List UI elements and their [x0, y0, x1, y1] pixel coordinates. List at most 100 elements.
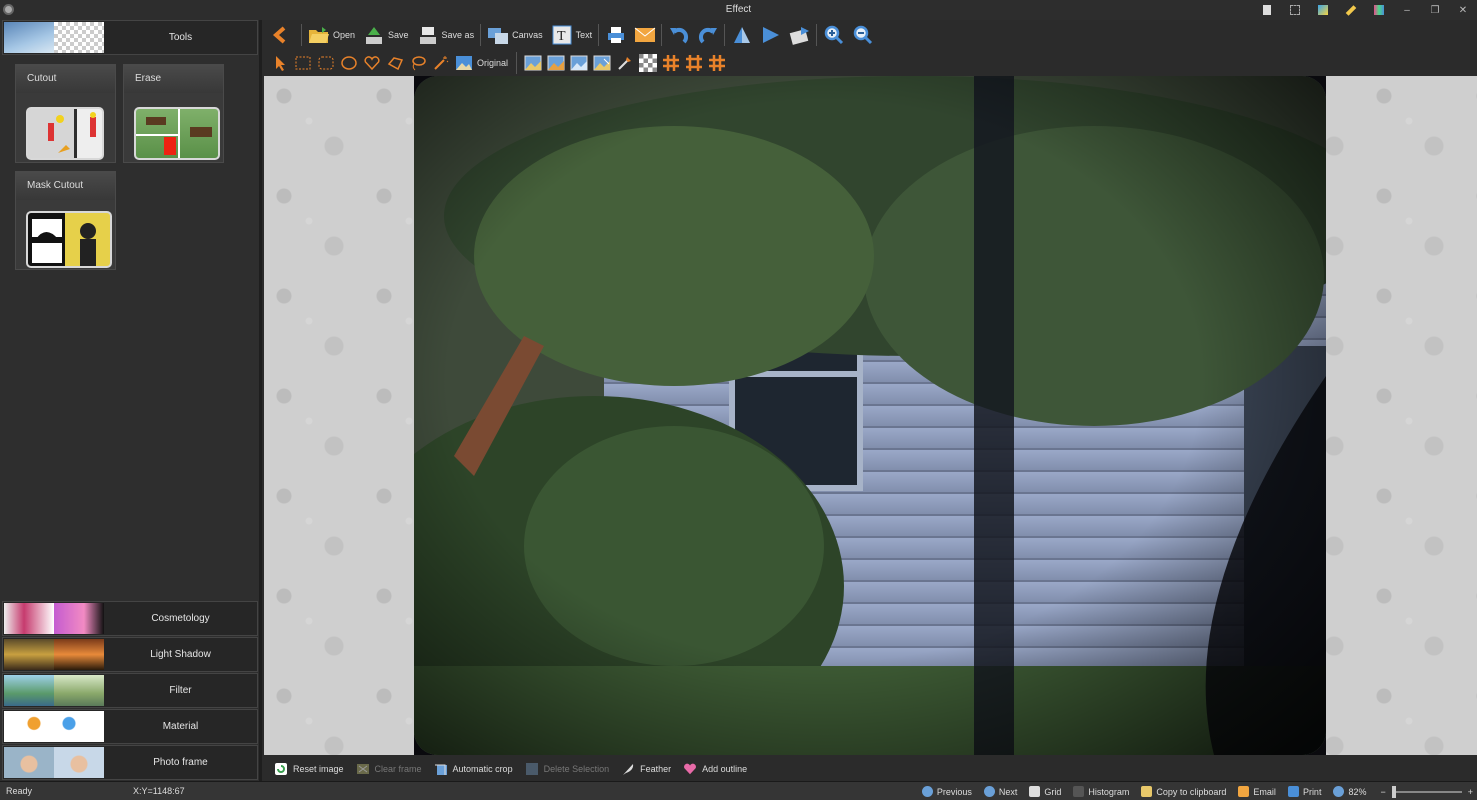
- fullscreen-icon[interactable]: [1281, 0, 1309, 20]
- edit-action-bar: Reset image Clear frame Automatic crop D…: [264, 757, 1477, 781]
- restore-icon[interactable]: ❐: [1421, 0, 1449, 20]
- delete-selection-button[interactable]: Delete Selection: [525, 762, 609, 776]
- zoom-in-small-button[interactable]: +: [1468, 787, 1473, 797]
- previous-button[interactable]: Previous: [921, 786, 972, 797]
- selection-toolbar: Original: [270, 52, 730, 74]
- new-doc-icon[interactable]: [1253, 0, 1281, 20]
- email-button[interactable]: [634, 24, 659, 46]
- minimize-icon[interactable]: –: [1393, 0, 1421, 20]
- save-as-button[interactable]: Save as: [417, 24, 474, 46]
- erase-card[interactable]: Erase: [123, 64, 224, 163]
- canvas-area[interactable]: [264, 76, 1477, 755]
- theme-icon[interactable]: [1309, 0, 1337, 20]
- save-label: Save: [388, 30, 409, 40]
- original-icon[interactable]: [454, 54, 473, 73]
- save-button[interactable]: Save: [363, 24, 409, 46]
- envelope-icon: [634, 24, 656, 46]
- auto-crop-icon: [434, 762, 448, 776]
- flip-vertical-button[interactable]: [731, 24, 756, 46]
- image-adjust-3-icon[interactable]: [569, 54, 588, 73]
- heart-outline-icon: [683, 762, 697, 776]
- grid-2-icon[interactable]: [684, 54, 703, 73]
- light-shadow-category[interactable]: Light Shadow: [2, 637, 258, 672]
- transparency-icon[interactable]: [638, 54, 657, 73]
- back-button[interactable]: [270, 24, 295, 46]
- ellipse-select-icon[interactable]: [339, 54, 358, 73]
- cursor-coordinates: X:Y=1148:67: [133, 786, 185, 796]
- add-outline-button[interactable]: Add outline: [683, 762, 747, 776]
- automatic-crop-button[interactable]: Automatic crop: [434, 762, 513, 776]
- text-button[interactable]: T Text: [551, 24, 592, 46]
- tools-category[interactable]: Tools: [2, 20, 258, 55]
- image-adjust-4-icon[interactable]: [592, 54, 611, 73]
- heart-select-icon[interactable]: [362, 54, 381, 73]
- lasso-select-icon[interactable]: [408, 54, 427, 73]
- print-button[interactable]: [605, 24, 630, 46]
- rect-select-icon[interactable]: [293, 54, 312, 73]
- close-icon[interactable]: ✕: [1449, 0, 1477, 20]
- add-outline-label: Add outline: [702, 764, 748, 774]
- save-as-icon: [417, 24, 439, 46]
- email-icon: [1238, 786, 1250, 797]
- title-bar: Effect – ❐ ✕: [0, 0, 1477, 20]
- grid-icon: [1029, 786, 1041, 797]
- histogram-button[interactable]: Histogram: [1073, 786, 1129, 797]
- material-thumbnail: [4, 711, 104, 742]
- material-category[interactable]: Material: [2, 709, 258, 744]
- next-button[interactable]: Next: [983, 786, 1017, 797]
- polygon-select-icon[interactable]: [385, 54, 404, 73]
- photo-preview[interactable]: [414, 76, 1326, 755]
- toolbar-separator: [816, 24, 818, 46]
- grid-1-icon[interactable]: [661, 54, 680, 73]
- zoom-out-button[interactable]: [852, 24, 877, 46]
- brush-icon[interactable]: [1337, 0, 1365, 20]
- house-photo-graphic: [414, 76, 1326, 755]
- palette-icon[interactable]: [1365, 0, 1393, 20]
- back-arrow-icon: [270, 24, 292, 46]
- cutout-card[interactable]: Cutout: [15, 64, 116, 163]
- mask-cutout-card[interactable]: Mask Cutout: [15, 171, 116, 270]
- zoom-out-icon: [852, 24, 874, 46]
- light-shadow-label: Light Shadow: [150, 649, 211, 660]
- print-status-button[interactable]: Print: [1287, 786, 1321, 797]
- brush-tool-icon[interactable]: [615, 54, 634, 73]
- magic-wand-icon[interactable]: [431, 54, 450, 73]
- email-status-button[interactable]: Email: [1238, 786, 1276, 797]
- erase-label: Erase: [124, 65, 223, 93]
- copy-clipboard-button[interactable]: Copy to clipboard: [1141, 786, 1226, 797]
- cosmetology-category[interactable]: Cosmetology: [2, 601, 258, 636]
- flip-horizontal-button[interactable]: [760, 24, 785, 46]
- delete-selection-icon: [525, 762, 539, 776]
- image-adjust-2-icon[interactable]: [546, 54, 565, 73]
- feather-button[interactable]: Feather: [621, 762, 671, 776]
- zoom-in-icon: [823, 24, 845, 46]
- original-label[interactable]: Original: [477, 58, 508, 68]
- clear-frame-icon: [356, 762, 370, 776]
- zoom-out-small-button[interactable]: −: [1380, 787, 1385, 797]
- zoom-slider-thumb[interactable]: [1391, 785, 1396, 798]
- open-button[interactable]: Open: [308, 24, 355, 46]
- mask-cutout-label: Mask Cutout: [16, 172, 115, 200]
- tools-thumbnail: [4, 22, 104, 53]
- clear-frame-button[interactable]: Clear frame: [356, 762, 422, 776]
- reset-image-label: Reset image: [293, 764, 344, 774]
- filter-category[interactable]: Filter: [2, 673, 258, 708]
- grid-button[interactable]: Grid: [1029, 786, 1061, 797]
- grid-label: Grid: [1044, 786, 1062, 797]
- canvas-button[interactable]: Canvas: [487, 24, 543, 46]
- photo-frame-category[interactable]: Photo frame: [2, 745, 258, 780]
- undo-button[interactable]: [668, 24, 693, 46]
- rotate-button[interactable]: [789, 24, 814, 46]
- grid-3-icon[interactable]: [707, 54, 726, 73]
- reset-image-button[interactable]: Reset image: [274, 762, 344, 776]
- image-adjust-1-icon[interactable]: [523, 54, 542, 73]
- rounded-select-icon[interactable]: [316, 54, 335, 73]
- zoom-slider[interactable]: [1391, 785, 1462, 798]
- pointer-icon[interactable]: [270, 54, 289, 73]
- reset-icon: [274, 762, 288, 776]
- flip-horizontal-icon: [760, 24, 782, 46]
- zoom-level: 82%: [1348, 786, 1367, 797]
- redo-button[interactable]: [697, 24, 722, 46]
- previous-label: Previous: [936, 786, 972, 797]
- zoom-in-button[interactable]: [823, 24, 848, 46]
